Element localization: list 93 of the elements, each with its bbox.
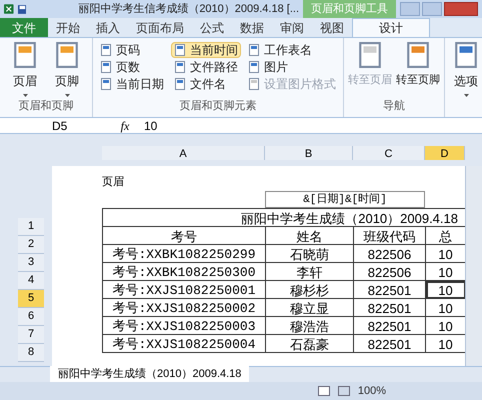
ribbon-button[interactable]: 工作表名 xyxy=(245,42,339,58)
caret-icon xyxy=(64,94,70,97)
table-cell: 考号:XXJS1082250003 xyxy=(103,316,266,334)
table-cell: 822506 xyxy=(354,244,426,262)
ribbon-tab[interactable]: 页面布局 xyxy=(128,18,192,37)
minimize-button[interactable] xyxy=(400,2,420,16)
maximize-button[interactable] xyxy=(422,2,442,16)
page-icon xyxy=(405,42,431,68)
column-header[interactable]: B xyxy=(265,146,353,160)
row-header[interactable]: 4 xyxy=(18,272,44,290)
table-cell: 穆立显 xyxy=(266,298,354,316)
document-icon xyxy=(100,61,112,73)
ribbon-button[interactable]: 当前时间 xyxy=(171,42,241,58)
page-icon xyxy=(357,42,383,68)
table-cell: 考号:XXJS1082250001 xyxy=(103,280,266,298)
ribbon-button[interactable]: 图片 xyxy=(245,59,339,75)
table-cell: 考号:XXBK1082250300 xyxy=(103,262,266,280)
ribbon-tab[interactable]: 插入 xyxy=(88,18,128,37)
table-cell: 石磊豪 xyxy=(266,334,354,352)
table-cell: 822501 xyxy=(354,298,426,316)
ribbon-button[interactable]: 选项 xyxy=(453,42,479,97)
name-box[interactable]: D5 xyxy=(0,116,110,134)
row-header[interactable]: 7 xyxy=(18,326,44,344)
ribbon-button[interactable]: 转至页脚 xyxy=(396,42,440,88)
table-cell: 822506 xyxy=(354,262,426,280)
document-icon xyxy=(174,44,186,56)
window-title: 丽阳中学考生信考成绩（2010）2009.4.18 [... xyxy=(78,2,299,17)
table-cell: 石晓萌 xyxy=(266,244,354,262)
ribbon-button[interactable]: 文件路径 xyxy=(171,59,241,75)
ribbon-tab[interactable]: 公式 xyxy=(192,18,232,37)
ribbon-button[interactable]: 当前日期 xyxy=(97,76,167,92)
ribbon-tab[interactable]: 审阅 xyxy=(272,18,312,37)
row-header[interactable]: 8 xyxy=(18,344,44,362)
table-cell: 姓名 xyxy=(266,226,354,244)
table-cell: 穆杉杉 xyxy=(266,280,354,298)
spreadsheet-icon xyxy=(4,3,14,15)
table-cell: 822501 xyxy=(354,316,426,334)
table-cell: 穆浩浩 xyxy=(266,316,354,334)
document-icon xyxy=(100,44,112,56)
ribbon-tab[interactable]: 设计 xyxy=(352,18,430,37)
caret-icon xyxy=(22,94,28,97)
table-cell: 822501 xyxy=(354,280,426,298)
ribbon-button[interactable]: 页脚 xyxy=(50,42,84,97)
table-cell: 10 xyxy=(426,280,465,298)
group-label: 页眉和页脚 xyxy=(18,98,74,114)
scrollbar[interactable] xyxy=(465,166,482,366)
function-icon[interactable]: fx xyxy=(110,116,140,134)
zoom-level[interactable]: 100% xyxy=(358,382,386,400)
save-icon[interactable] xyxy=(18,4,26,14)
group-label: 页眉和页脚元素 xyxy=(178,98,258,114)
document-icon xyxy=(174,78,186,90)
table-cell: 822501 xyxy=(354,334,426,352)
page-icon xyxy=(12,42,38,68)
normal-view-icon[interactable] xyxy=(318,386,330,396)
table-title: 丽阳中学考生成绩（2010）2009.4.18 xyxy=(240,210,459,226)
column-header[interactable]: C xyxy=(353,146,425,160)
table-cell: 班级代码 xyxy=(354,226,426,244)
document-icon xyxy=(248,61,260,73)
ribbon-button[interactable]: 页数 xyxy=(97,59,167,75)
row-header[interactable]: 6 xyxy=(18,308,44,326)
ribbon-tab[interactable]: 视图 xyxy=(312,18,352,37)
table-cell: 考号:XXJS1082250004 xyxy=(103,334,266,352)
document-icon xyxy=(248,78,260,90)
table-cell: 李轩 xyxy=(266,262,354,280)
ribbon-button[interactable]: 页码 xyxy=(97,42,167,58)
document-icon xyxy=(248,44,260,56)
document-icon xyxy=(174,61,186,73)
page-layout-icon[interactable] xyxy=(338,386,350,396)
page-icon xyxy=(54,42,80,68)
formula-field[interactable]: 10 xyxy=(140,116,482,134)
close-button[interactable] xyxy=(444,2,478,16)
table-cell: 考号 xyxy=(103,226,266,244)
options-icon xyxy=(453,42,479,68)
ribbon-tab[interactable]: 开始 xyxy=(48,18,88,37)
row-header[interactable]: 3 xyxy=(18,254,44,272)
group-label: 导航 xyxy=(382,98,406,114)
header-label: 页眉 xyxy=(102,175,125,190)
sheet-tab[interactable]: 丽阳中学考生成绩（2010）2009.4.18 xyxy=(50,366,250,383)
document-icon xyxy=(100,78,112,90)
ribbon-tab[interactable]: 数据 xyxy=(232,18,272,37)
column-header[interactable]: D xyxy=(425,146,465,160)
column-header[interactable]: A xyxy=(102,146,265,160)
header-field[interactable]: &[日期]&[时间] xyxy=(265,190,425,208)
row-header[interactable]: 1 xyxy=(18,218,44,236)
row-header[interactable]: 5 xyxy=(18,290,44,308)
context-tab-label: 页眉和页脚工具 xyxy=(303,0,396,18)
ribbon-button[interactable]: 文件名 xyxy=(171,76,241,92)
caret-icon xyxy=(464,94,468,97)
table-cell: 考号:XXBK1082250299 xyxy=(103,244,266,262)
ribbon-tab[interactable]: 文件 xyxy=(0,18,48,37)
table-cell: 考号:XXJS1082250002 xyxy=(103,298,266,316)
ribbon-button[interactable]: 页眉 xyxy=(8,42,42,97)
row-header[interactable]: 2 xyxy=(18,236,44,254)
